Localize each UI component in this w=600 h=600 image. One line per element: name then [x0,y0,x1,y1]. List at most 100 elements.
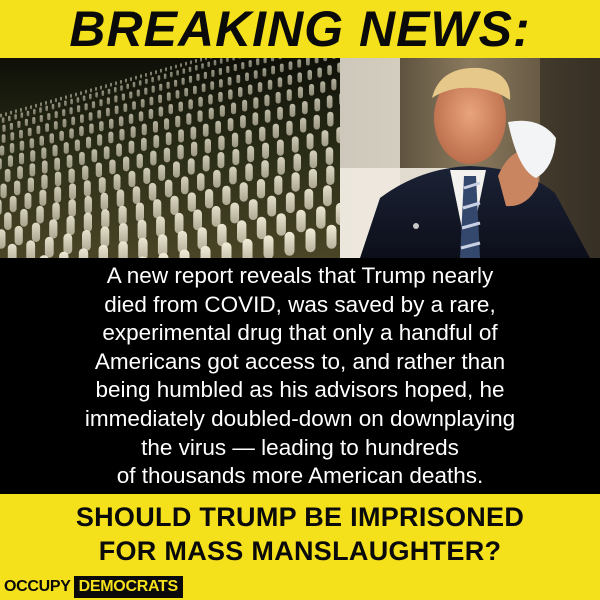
headstone [128,170,136,188]
headstone [100,192,109,211]
headstone [153,199,162,219]
headstone [109,159,116,175]
headstone [163,73,167,79]
headstone [193,85,197,95]
headstone [24,192,32,210]
body-panel: A new report reveals that Trump nearly d… [0,258,600,494]
headstone [39,107,42,113]
headstone [264,109,271,123]
headstone [231,102,237,115]
headstone [263,58,267,64]
headstone [60,96,62,101]
logo-word-occupy: OCCUPY [2,576,74,598]
headstone [261,160,269,178]
headstone [284,231,295,256]
headstone [17,166,23,180]
headstone [108,131,114,144]
headstone [157,75,161,81]
headstone [86,136,92,149]
headstone [264,94,270,107]
headstone [129,91,133,99]
headstone [300,117,307,133]
headstone [263,235,274,258]
headstone [279,63,284,73]
headstone [308,168,317,189]
headstone [158,94,162,104]
headstone [247,145,255,163]
headstone [326,95,333,109]
headstone [79,151,85,166]
headstone [98,244,108,258]
report-line: being humbled as his advisors hoped, he [95,377,505,403]
headstone [51,103,55,110]
headstone [166,81,170,89]
headstone [70,98,73,105]
headstone [148,108,154,120]
question-line: SHOULD TRUMP BE IMPRISONED [75,502,525,532]
headstone [26,110,30,117]
headstone [170,71,173,78]
headstone [326,224,337,249]
headstone [321,130,329,147]
headstone [289,103,296,117]
headstone [33,109,36,115]
headstone [54,157,60,171]
headstone [126,83,129,90]
headstone [170,195,179,216]
headstone [119,223,128,244]
headstone [65,95,67,100]
headstone [66,154,73,168]
headstone [176,70,179,76]
headstone [59,130,64,141]
headstone [20,208,28,227]
photo-row [0,58,600,258]
headstone [227,118,234,132]
headstone [4,212,12,230]
headstone [95,162,102,178]
headstone [309,84,315,96]
headstone [262,142,269,159]
headstone [45,101,47,105]
headstone [98,177,106,194]
headstone [55,98,57,103]
headstone [27,127,32,137]
headstone [27,177,34,193]
headstone [120,85,123,91]
headstone [302,101,308,115]
headstone [174,212,184,234]
headstone [180,63,182,68]
headstone [89,123,94,134]
headstone [213,60,217,66]
headstone [69,107,73,115]
headstone [151,76,154,83]
headstone [195,59,197,63]
headstone [91,101,96,109]
headstone [99,99,103,107]
headstone [64,100,67,106]
headstone [30,150,36,162]
headstone [242,99,248,112]
person-photo [340,58,600,258]
headstone [62,109,66,117]
headstone [304,188,314,210]
headstone [80,91,82,96]
headstone [54,171,62,187]
headstone [184,87,189,97]
headstone [53,121,58,130]
headstone [327,111,334,127]
headstone [19,152,25,165]
headstone [218,135,225,151]
headstone [210,81,215,90]
headstone [114,95,118,103]
cemetery-photo [0,58,340,258]
headstone [177,144,184,160]
headstone [181,176,189,195]
headstone [198,96,203,107]
headstone [158,164,166,181]
question-banner: SHOULD TRUMP BE IMPRISONED FOR MASS MANS… [0,494,600,574]
headstone [116,143,122,157]
headstone [314,98,321,112]
headstone [79,126,84,137]
headstone [109,118,114,129]
headstone [188,66,192,73]
